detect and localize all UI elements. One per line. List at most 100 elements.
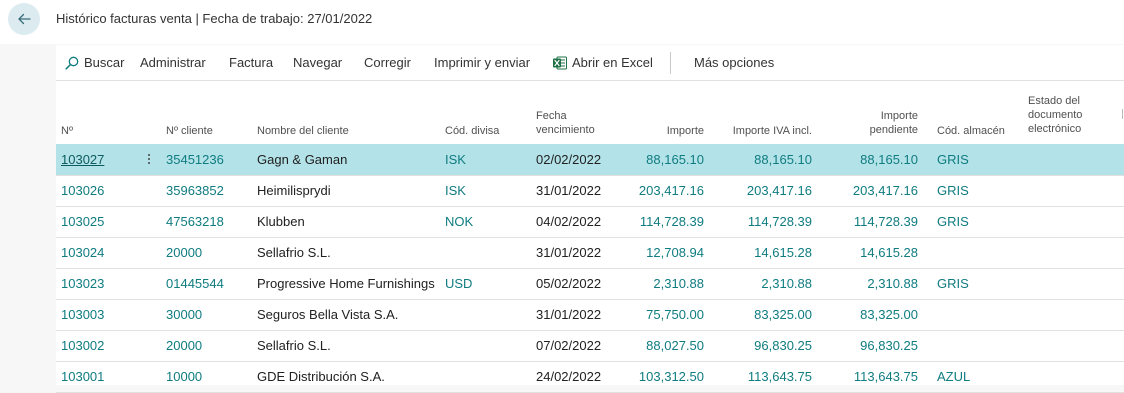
- invoice-no-link[interactable]: 103025: [61, 214, 104, 229]
- action-bar: Buscar Administrar Factura Navegar Corre…: [56, 45, 1124, 81]
- column-header-currency[interactable]: Cód. divisa: [445, 124, 499, 138]
- location-code[interactable]: GRIS: [937, 152, 969, 167]
- truncated-column-edge: [1122, 109, 1123, 119]
- column-header-due-date[interactable]: Fecha vencimiento: [536, 109, 595, 137]
- column-header-remaining-line2: pendiente: [869, 124, 918, 136]
- remaining-amount[interactable]: 114,728.39: [854, 214, 918, 229]
- column-header-amount[interactable]: Importe: [667, 124, 704, 138]
- due-date: 24/02/2022: [536, 369, 602, 384]
- remaining-amount[interactable]: 96,830.25: [860, 338, 918, 353]
- remaining-amount[interactable]: 2,310.88: [867, 276, 918, 291]
- table-row[interactable]: 103023 01445544 Progressive Home Furnish…: [56, 268, 1124, 300]
- customer-no-link[interactable]: 20000: [166, 338, 202, 353]
- amount-vat[interactable]: 88,165.10: [754, 152, 812, 167]
- arrow-left-icon: [18, 13, 31, 25]
- table-row[interactable]: 103002 20000 Sellafrio S.L. 07/02/2022 8…: [56, 330, 1124, 362]
- currency-code[interactable]: ISK: [445, 152, 466, 167]
- amount[interactable]: 75,750.00: [646, 307, 704, 322]
- column-header-remaining[interactable]: Importe pendiente: [870, 109, 918, 137]
- invoice-no-link[interactable]: 103003: [61, 307, 104, 322]
- due-date: 31/01/2022: [536, 183, 602, 198]
- search-button[interactable]: Buscar: [65, 55, 124, 70]
- amount[interactable]: 203,417.16: [639, 183, 704, 198]
- amount[interactable]: 88,027.50: [646, 338, 704, 353]
- table-row[interactable]: 103025 47563218 Klubben NOK 04/02/2022 1…: [56, 206, 1124, 238]
- print-send-menu[interactable]: Imprimir y enviar: [434, 55, 530, 70]
- amount-vat[interactable]: 2,310.88: [761, 276, 812, 291]
- table-row[interactable]: 103026 35963852 Heimilisprydi ISK 31/01/…: [56, 175, 1124, 207]
- customer-no-link[interactable]: 47563218: [166, 214, 224, 229]
- more-vertical-icon[interactable]: [142, 150, 156, 168]
- customer-name: Progressive Home Furnishings: [257, 276, 435, 291]
- customer-name: Seguros Bella Vista S.A.: [257, 307, 399, 322]
- amount-vat[interactable]: 113,643.75: [748, 369, 812, 384]
- invoice-no-link[interactable]: 103002: [61, 338, 104, 353]
- top-bar: Histórico facturas venta | Fecha de trab…: [0, 0, 1124, 44]
- customer-no-link[interactable]: 30000: [166, 307, 202, 322]
- location-code[interactable]: AZUL: [937, 369, 970, 384]
- column-header-location[interactable]: Cód. almacén: [937, 124, 1005, 138]
- column-header-no[interactable]: Nº: [61, 124, 73, 138]
- currency-code[interactable]: USD: [445, 276, 472, 291]
- customer-no-link[interactable]: 10000: [166, 369, 202, 384]
- amount-vat[interactable]: 114,728.39: [748, 214, 812, 229]
- action-bar-divider: [670, 52, 671, 74]
- open-in-excel-button[interactable]: Abrir en Excel: [553, 55, 653, 70]
- column-header-edoc-status[interactable]: Estado del documento electrónico: [1028, 94, 1082, 136]
- search-label: Buscar: [84, 55, 125, 70]
- amount-vat[interactable]: 83,325.00: [754, 307, 812, 322]
- remaining-amount[interactable]: 203,417.16: [853, 183, 918, 198]
- amount[interactable]: 114,728.39: [640, 214, 704, 229]
- customer-no-link[interactable]: 01445544: [166, 276, 224, 291]
- due-date: 31/01/2022: [536, 307, 602, 322]
- column-header-customer-name[interactable]: Nombre del cliente: [257, 124, 349, 138]
- navigate-menu[interactable]: Navegar: [293, 55, 342, 70]
- location-code[interactable]: GRIS: [937, 276, 969, 291]
- amount[interactable]: 103,312.50: [639, 369, 704, 384]
- table-row[interactable]: 103001 10000 GDE Distribución S.A. 24/02…: [56, 361, 1124, 393]
- customer-name: Klubben: [257, 214, 305, 229]
- list-panel: Buscar Administrar Factura Navegar Corre…: [56, 45, 1124, 393]
- more-options-button[interactable]: Más opciones: [694, 55, 774, 70]
- location-code[interactable]: GRIS: [937, 183, 969, 198]
- column-header-due-date-line2: vencimiento: [536, 124, 595, 136]
- invoice-no-link[interactable]: 103024: [61, 245, 104, 260]
- due-date: 07/02/2022: [536, 338, 602, 353]
- customer-name: GDE Distribución S.A.: [257, 369, 385, 384]
- location-code[interactable]: GRIS: [937, 214, 969, 229]
- amount-vat[interactable]: 203,417.16: [747, 183, 812, 198]
- amount-vat[interactable]: 14,615.28: [754, 245, 812, 260]
- amount[interactable]: 12,708.94: [646, 245, 704, 260]
- back-button[interactable]: [8, 3, 40, 35]
- table-row[interactable]: 103003 30000 Seguros Bella Vista S.A. 31…: [56, 299, 1124, 331]
- remaining-amount[interactable]: 83,325.00: [860, 307, 918, 322]
- invoice-no-link[interactable]: 103023: [61, 276, 104, 291]
- customer-name: Gagn & Gaman: [257, 152, 348, 167]
- customer-no-link[interactable]: 35451236: [166, 152, 224, 167]
- table-row[interactable]: 103024 20000 Sellafrio S.L. 31/01/2022 1…: [56, 237, 1124, 269]
- customer-no-link[interactable]: 20000: [166, 245, 202, 260]
- amount[interactable]: 2,310.88: [653, 276, 704, 291]
- remaining-amount[interactable]: 113,643.75: [854, 369, 918, 384]
- column-header-edoc-line1: Estado del: [1028, 95, 1080, 107]
- table-row[interactable]: 103027 35451236 Gagn & Gaman ISK 02/02/2…: [56, 144, 1124, 176]
- currency-code[interactable]: ISK: [445, 183, 466, 198]
- invoice-no-link[interactable]: 103026: [61, 183, 104, 198]
- customer-no-link[interactable]: 35963852: [166, 183, 224, 198]
- remaining-amount[interactable]: 88,165.10: [860, 152, 918, 167]
- customer-name: Sellafrio S.L.: [257, 245, 331, 260]
- invoice-no-link[interactable]: 103001: [61, 369, 104, 384]
- amount[interactable]: 88,165.10: [646, 152, 704, 167]
- invoice-no-link[interactable]: 103027: [61, 152, 104, 167]
- remaining-amount[interactable]: 14,615.28: [860, 245, 918, 260]
- amount-vat[interactable]: 96,830.25: [754, 338, 812, 353]
- page-title: Histórico facturas venta | Fecha de trab…: [56, 11, 373, 26]
- column-header-amount-vat[interactable]: Importe IVA incl.: [733, 124, 812, 138]
- manage-menu[interactable]: Administrar: [140, 55, 206, 70]
- correct-menu[interactable]: Corregir: [364, 55, 411, 70]
- column-header-remaining-line1: Importe: [880, 110, 918, 122]
- currency-code[interactable]: NOK: [445, 214, 473, 229]
- column-header-due-date-line1: Fecha: [536, 110, 567, 122]
- column-header-customer-no[interactable]: Nº cliente: [166, 124, 213, 138]
- invoice-menu[interactable]: Factura: [229, 55, 273, 70]
